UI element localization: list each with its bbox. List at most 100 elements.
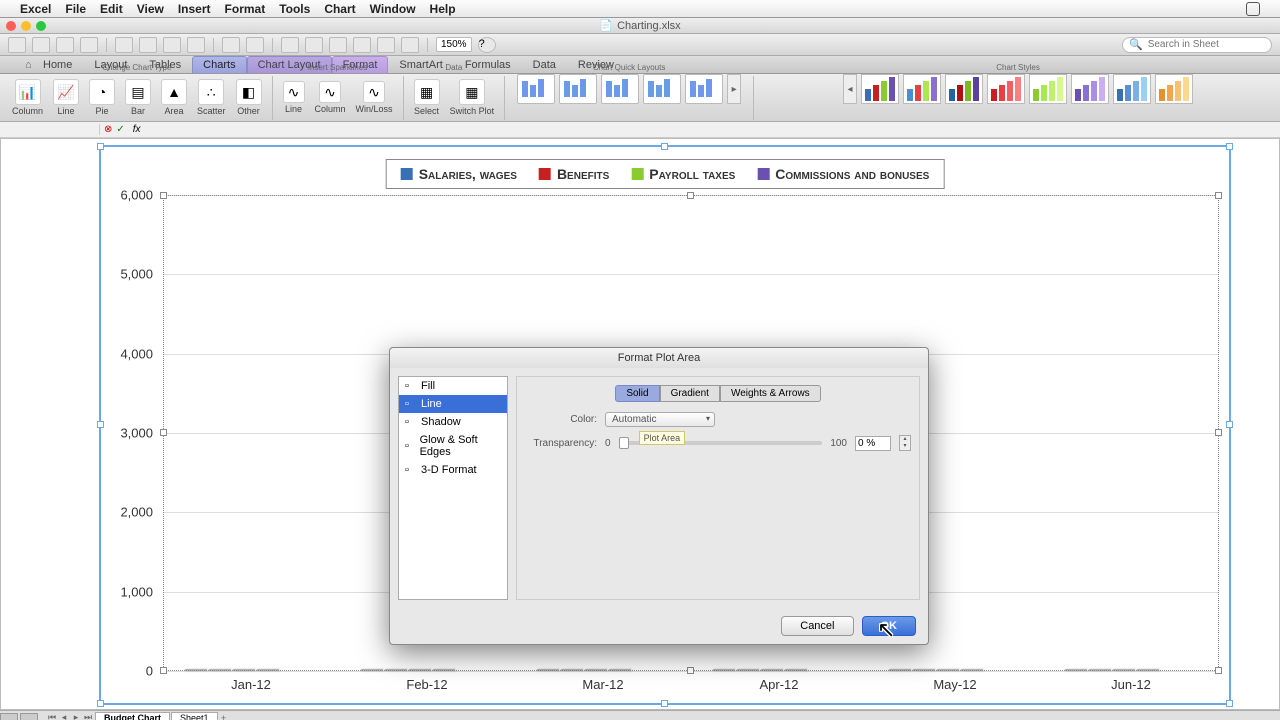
chart-type-other[interactable]: ◧ Other	[232, 77, 266, 118]
dialog-tab-gradient[interactable]: Gradient	[660, 385, 720, 402]
fx-icon[interactable]: fx	[129, 124, 145, 135]
legend-item[interactable]: Salaries, wages	[401, 166, 517, 182]
quick-layout-4[interactable]	[643, 74, 681, 104]
sum-icon[interactable]	[281, 37, 299, 53]
transparency-input[interactable]	[855, 436, 891, 451]
bar-salaries-wages-May-12[interactable]	[889, 669, 911, 671]
menu-file[interactable]: File	[65, 2, 86, 16]
menu-tools[interactable]: Tools	[279, 2, 310, 16]
bar-payroll-taxes-Feb-12[interactable]	[409, 669, 431, 671]
chart-styles-prev[interactable]: ◂	[843, 74, 857, 104]
legend-item[interactable]: Payroll taxes	[631, 166, 735, 182]
quick-layout-3[interactable]	[601, 74, 639, 104]
tab-min-icon[interactable]: ⌂	[20, 56, 32, 73]
sheet-nav-first[interactable]: ⏮	[46, 712, 58, 720]
name-box[interactable]	[0, 124, 100, 135]
zoom-dropdown[interactable]: 150%	[436, 37, 472, 52]
bar-salaries-wages-Apr-12[interactable]	[713, 669, 735, 671]
spotlight-icon[interactable]	[1246, 2, 1260, 16]
bar-commissions-and-bonuses-Apr-12[interactable]	[785, 669, 807, 671]
bar-salaries-wages-Feb-12[interactable]	[361, 669, 383, 671]
chart-style-7[interactable]	[1113, 74, 1151, 104]
cancel-button[interactable]: Cancel	[781, 616, 853, 636]
legend-item[interactable]: Commissions and bonuses	[757, 166, 929, 182]
dialog-side-line[interactable]: ▫Line	[399, 395, 507, 413]
page-layout-view-icon[interactable]	[20, 713, 38, 720]
tab-home[interactable]: Home	[32, 56, 83, 73]
dialog-side-glow-soft-edges[interactable]: ▫Glow & Soft Edges	[399, 431, 507, 461]
cancel-formula-icon[interactable]: ⊗	[104, 124, 112, 135]
chart-type-column[interactable]: 📊 Column	[8, 77, 47, 118]
chart-legend[interactable]: Salaries, wages Benefits Payroll taxes C…	[386, 159, 945, 189]
gallery-icon[interactable]	[377, 37, 395, 53]
sheet-nav-prev[interactable]: ◂	[58, 712, 70, 720]
color-dropdown[interactable]: Automatic	[605, 412, 715, 427]
chart-type-line[interactable]: 📈 Line	[49, 77, 83, 118]
bar-benefits-Feb-12[interactable]	[385, 669, 407, 671]
normal-view-icon[interactable]	[0, 713, 18, 720]
chart-style-8[interactable]	[1155, 74, 1193, 104]
bar-commissions-and-bonuses-Jun-12[interactable]	[1137, 669, 1159, 671]
bar-payroll-taxes-Apr-12[interactable]	[761, 669, 783, 671]
search-in-sheet[interactable]: 🔍	[1122, 37, 1272, 53]
dialog-side-shadow[interactable]: ▫Shadow	[399, 413, 507, 431]
menu-view[interactable]: View	[137, 2, 164, 16]
cut-icon[interactable]	[115, 37, 133, 53]
chart-style-3[interactable]	[945, 74, 983, 104]
sheet-nav-last[interactable]: ⏭	[82, 712, 94, 720]
sheet-tab-budget-chart[interactable]: Budget Chart	[95, 712, 170, 720]
chart-style-6[interactable]	[1071, 74, 1109, 104]
menu-insert[interactable]: Insert	[178, 2, 211, 16]
new-doc-icon[interactable]	[8, 37, 26, 53]
sheet-nav-next[interactable]: ▸	[70, 712, 82, 720]
chart-style-5[interactable]	[1029, 74, 1067, 104]
bar-benefits-Apr-12[interactable]	[737, 669, 759, 671]
bar-salaries-wages-Mar-12[interactable]	[537, 669, 559, 671]
sparkline-column[interactable]: ∿Column	[311, 79, 350, 116]
toolbox-icon[interactable]	[401, 37, 419, 53]
chart-type-bar[interactable]: ▤ Bar	[121, 77, 155, 118]
bar-salaries-wages-Jan-12[interactable]	[185, 669, 207, 671]
menu-edit[interactable]: Edit	[100, 2, 123, 16]
bar-commissions-and-bonuses-Mar-12[interactable]	[609, 669, 631, 671]
quick-layout-more[interactable]: ▸	[727, 74, 741, 104]
sort-asc-icon[interactable]	[305, 37, 323, 53]
print-icon[interactable]	[80, 37, 98, 53]
undo-icon[interactable]	[222, 37, 240, 53]
chart-style-2[interactable]	[903, 74, 941, 104]
tab-data[interactable]: Data	[522, 56, 567, 73]
format-painter-icon[interactable]	[187, 37, 205, 53]
quick-layout-5[interactable]	[685, 74, 723, 104]
save-icon[interactable]	[56, 37, 74, 53]
sort-desc-icon[interactable]	[329, 37, 347, 53]
window-controls[interactable]	[6, 21, 46, 31]
help-icon[interactable]: ?	[478, 37, 496, 53]
quick-layout-2[interactable]	[559, 74, 597, 104]
bar-commissions-and-bonuses-May-12[interactable]	[961, 669, 983, 671]
filter-icon[interactable]	[353, 37, 371, 53]
chart-type-pie[interactable]: ◔ Pie	[85, 77, 119, 118]
sparkline-win-loss[interactable]: ∿Win/Loss	[352, 79, 397, 116]
menu-window[interactable]: Window	[370, 2, 416, 16]
minimize-window-icon[interactable]	[21, 21, 31, 31]
redo-icon[interactable]	[246, 37, 264, 53]
zoom-window-icon[interactable]	[36, 21, 46, 31]
dialog-tab-solid[interactable]: Solid	[615, 385, 659, 402]
tab-smartart[interactable]: SmartArt	[388, 56, 453, 73]
menu-format[interactable]: Format	[225, 2, 266, 16]
tab-formulas[interactable]: Formulas	[454, 56, 522, 73]
menu-help[interactable]: Help	[430, 2, 456, 16]
transparency-stepper[interactable]: ▴▾	[899, 435, 911, 451]
add-sheet-icon[interactable]: +	[218, 713, 230, 720]
ok-button[interactable]: OK	[862, 616, 917, 636]
enter-formula-icon[interactable]: ✓	[116, 124, 124, 135]
dialog-side-fill[interactable]: ▫Fill	[399, 377, 507, 395]
dialog-side-3-d-format[interactable]: ▫3-D Format	[399, 461, 507, 479]
bar-payroll-taxes-May-12[interactable]	[937, 669, 959, 671]
chart-style-1[interactable]	[861, 74, 899, 104]
bar-benefits-Mar-12[interactable]	[561, 669, 583, 671]
menu-chart[interactable]: Chart	[324, 2, 355, 16]
search-input[interactable]	[1146, 38, 1266, 51]
legend-item[interactable]: Benefits	[539, 166, 609, 182]
bar-benefits-Jan-12[interactable]	[209, 669, 231, 671]
